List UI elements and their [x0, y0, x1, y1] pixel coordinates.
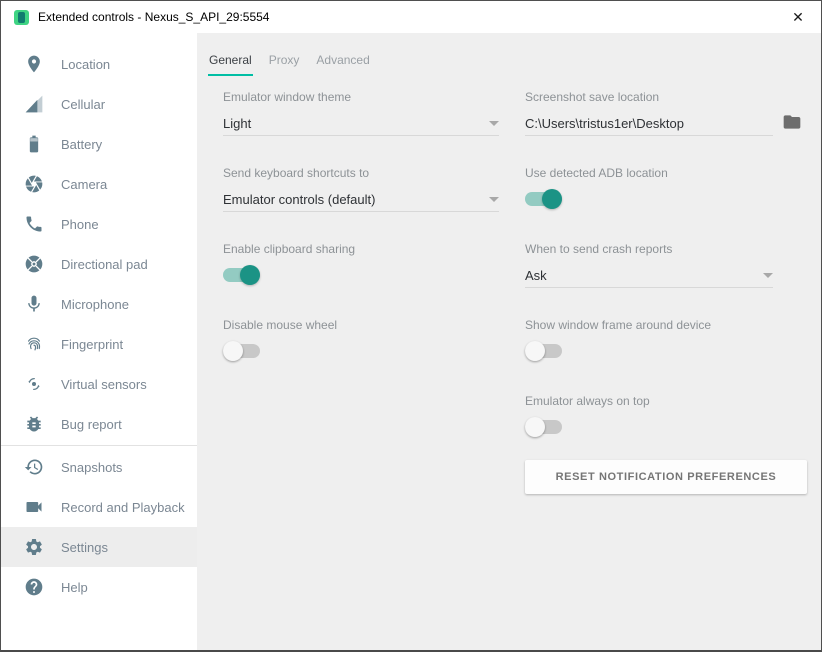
enable-clipboard-field: Enable clipboard sharing: [223, 242, 499, 282]
clipboard-sharing-toggle[interactable]: [223, 268, 260, 282]
sidebar-item-label: Battery: [61, 137, 102, 152]
screenshot-save-location-field: Screenshot save location C:\Users\tristu…: [525, 90, 773, 136]
sidebar-item-bug-report[interactable]: Bug report: [1, 404, 197, 444]
chevron-down-icon: [489, 197, 499, 202]
sidebar-item-label: Virtual sensors: [61, 377, 147, 392]
use-detected-adb-field: Use detected ADB location: [525, 166, 773, 206]
sidebar-item-label: Microphone: [61, 297, 129, 312]
field-label: Disable mouse wheel: [223, 318, 499, 332]
show-window-frame-field: Show window frame around device: [525, 318, 773, 358]
sidebar-item-location[interactable]: Location: [1, 44, 197, 84]
tab-general[interactable]: General: [208, 53, 253, 73]
close-icon[interactable]: ✕: [775, 1, 821, 33]
sidebar-item-fingerprint[interactable]: Fingerprint: [1, 324, 197, 364]
sidebar-item-directional-pad[interactable]: Directional pad: [1, 244, 197, 284]
crash-reports-dropdown[interactable]: Ask: [525, 265, 773, 288]
sidebar-item-snapshots[interactable]: Snapshots: [1, 447, 197, 487]
sidebar-item-help[interactable]: Help: [1, 567, 197, 607]
sidebar-item-phone[interactable]: Phone: [1, 204, 197, 244]
dropdown-value: Emulator controls (default): [223, 192, 375, 207]
folder-icon: [782, 112, 802, 132]
sidebar-item-cellular[interactable]: Cellular: [1, 84, 197, 124]
toggle-knob: [223, 341, 243, 361]
chevron-down-icon: [763, 273, 773, 278]
sidebar-item-virtual-sensors[interactable]: Virtual sensors: [1, 364, 197, 404]
gear-icon: [24, 537, 44, 557]
battery-icon: [24, 134, 44, 154]
sidebar-item-label: Settings: [61, 540, 108, 555]
sidebar-item-label: Phone: [61, 217, 99, 232]
sidebar-item-label: Record and Playback: [61, 500, 185, 515]
window-frame-toggle[interactable]: [525, 344, 562, 358]
field-label: Show window frame around device: [525, 318, 773, 332]
field-label: Enable clipboard sharing: [223, 242, 499, 256]
sidebar-item-label: Snapshots: [61, 460, 122, 475]
sidebar-item-record-playback[interactable]: Record and Playback: [1, 487, 197, 527]
help-icon: [24, 577, 44, 597]
sidebar: Location Cellular Battery Camera Phone D: [1, 33, 197, 650]
dpad-icon: [24, 254, 44, 274]
toggle-knob: [525, 341, 545, 361]
emulator-app-icon: [14, 10, 29, 25]
toggle-knob: [240, 265, 260, 285]
always-on-top-field: Emulator always on top: [525, 394, 773, 434]
tab-proxy[interactable]: Proxy: [268, 53, 301, 73]
videocam-icon: [24, 497, 44, 517]
screenshot-path-input[interactable]: C:\Users\tristus1er\Desktop: [525, 113, 773, 136]
sidebar-item-label: Fingerprint: [61, 337, 123, 352]
sidebar-item-label: Directional pad: [61, 257, 148, 272]
sidebar-item-label: Camera: [61, 177, 107, 192]
always-on-top-toggle[interactable]: [525, 420, 562, 434]
browse-folder-button[interactable]: [781, 111, 803, 133]
sidebar-item-label: Help: [61, 580, 88, 595]
sidebar-item-battery[interactable]: Battery: [1, 124, 197, 164]
reset-notification-preferences-button[interactable]: RESET NOTIFICATION PREFERENCES: [525, 460, 807, 494]
field-label: Emulator always on top: [525, 394, 773, 408]
disable-mouse-wheel-field: Disable mouse wheel: [223, 318, 499, 358]
adb-location-toggle[interactable]: [525, 192, 562, 206]
field-label: Use detected ADB location: [525, 166, 773, 180]
cellular-signal-icon: [24, 94, 44, 114]
location-pin-icon: [24, 54, 44, 74]
sidebar-item-settings[interactable]: Settings: [1, 527, 197, 567]
crash-reports-field: When to send crash reports Ask: [525, 242, 773, 288]
microphone-icon: [24, 294, 44, 314]
field-label: Send keyboard shortcuts to: [223, 166, 499, 180]
mouse-wheel-toggle[interactable]: [223, 344, 260, 358]
field-label: When to send crash reports: [525, 242, 773, 256]
chevron-down-icon: [489, 121, 499, 126]
field-label: Emulator window theme: [223, 90, 499, 104]
send-keyboard-shortcuts-field: Send keyboard shortcuts to Emulator cont…: [223, 166, 499, 212]
camera-aperture-icon: [24, 174, 44, 194]
field-label: Screenshot save location: [525, 90, 773, 104]
bug-icon: [24, 414, 44, 434]
window-title: Extended controls - Nexus_S_API_29:5554: [38, 10, 775, 24]
sidebar-item-microphone[interactable]: Microphone: [1, 284, 197, 324]
keyboard-shortcuts-dropdown[interactable]: Emulator controls (default): [223, 189, 499, 212]
toggle-knob: [525, 417, 545, 437]
dropdown-value: Ask: [525, 268, 547, 283]
tab-advanced[interactable]: Advanced: [315, 53, 370, 73]
virtual-sensors-icon: [24, 374, 44, 394]
tab-bar: General Proxy Advanced: [208, 53, 371, 73]
emulator-window-theme-field: Emulator window theme Light: [223, 90, 499, 136]
sidebar-item-label: Bug report: [61, 417, 122, 432]
theme-dropdown[interactable]: Light: [223, 113, 499, 136]
toggle-knob: [542, 189, 562, 209]
sidebar-item-label: Cellular: [61, 97, 105, 112]
history-icon: [24, 457, 44, 477]
extended-controls-window: Extended controls - Nexus_S_API_29:5554 …: [0, 0, 822, 652]
path-value: C:\Users\tristus1er\Desktop: [525, 116, 684, 131]
fingerprint-icon: [24, 334, 44, 354]
phone-icon: [24, 214, 44, 234]
sidebar-divider: [1, 445, 197, 446]
title-bar: Extended controls - Nexus_S_API_29:5554 …: [1, 1, 821, 33]
emulator-screen-glyph: [18, 12, 25, 23]
sidebar-item-label: Location: [61, 57, 110, 72]
settings-panel: General Proxy Advanced Emulator window t…: [197, 33, 821, 650]
dropdown-value: Light: [223, 116, 251, 131]
sidebar-item-camera[interactable]: Camera: [1, 164, 197, 204]
